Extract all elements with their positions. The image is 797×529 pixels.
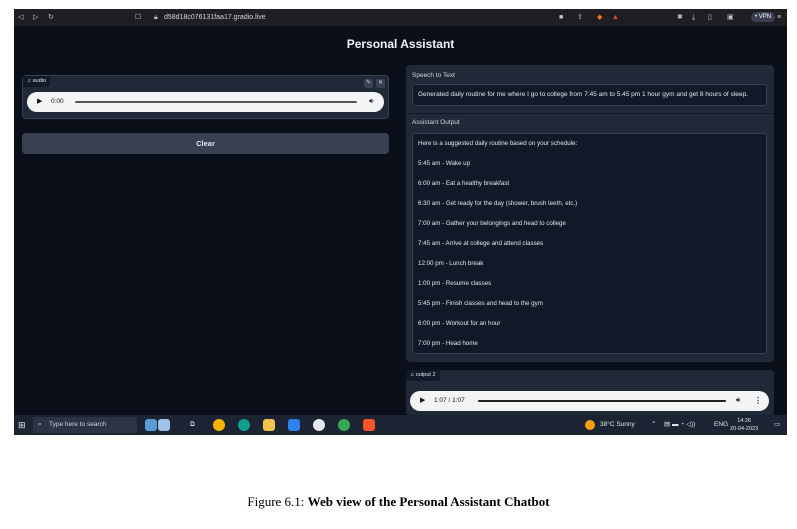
- caption-prefix: Figure 6.1:: [247, 494, 308, 509]
- output-line: 7:00 am - Gather your belongings and hea…: [418, 220, 566, 227]
- divider: [406, 113, 774, 114]
- assistant-output-field[interactable]: Here is a suggested daily routine based …: [412, 133, 767, 354]
- audio-output-time: 1:07 / 1:07: [434, 397, 465, 404]
- assistant-output-label: Assistant Output: [412, 119, 460, 126]
- forward-icon[interactable]: ▷: [33, 12, 38, 23]
- screenshot: ◁ ▷ ↻ ☐ 🔒︎ d58d18c076131faa17.gradio.liv…: [14, 9, 787, 435]
- music-note-icon: ♫: [410, 372, 415, 378]
- audio-output: ♫ output 2 ▶ 1:07 / 1:07 🔊︎ ⋮: [406, 370, 774, 416]
- search-placeholder: Type here to search: [49, 421, 107, 428]
- output-line: 6:30 am - Get ready for the day (shower,…: [418, 200, 578, 207]
- dell-icon[interactable]: [313, 419, 325, 431]
- clear-button[interactable]: Clear: [22, 133, 389, 154]
- output-line: 12:00 pm - Lunch break: [418, 260, 484, 267]
- language-indicator[interactable]: ENG: [714, 419, 728, 431]
- clock-date: 20-04-2023: [730, 426, 759, 432]
- search-icon: ⌕: [38, 421, 42, 428]
- seek-progress: [478, 400, 726, 402]
- audio-output-tag: ♫ output 2: [406, 370, 440, 381]
- output-panel: Speech to Text Generated daily routine f…: [406, 65, 774, 362]
- figure-caption: Figure 6.1: Web view of the Personal Ass…: [0, 494, 797, 510]
- lock-icon: 🔒︎: [154, 14, 158, 21]
- close-icon[interactable]: ✕: [376, 79, 385, 88]
- chrome-icon[interactable]: [213, 419, 225, 431]
- audio-input: ♫ audio ✎ ✕ ▶ 0:00 🔊︎: [22, 75, 389, 119]
- audio-player: ▶ 0:00 🔊︎: [27, 92, 384, 112]
- file-explorer-icon[interactable]: [263, 419, 275, 431]
- share-icon[interactable]: ⇪: [577, 12, 583, 23]
- music-note-icon: ♫: [27, 78, 32, 84]
- audio-output-player: ▶ 1:07 / 1:07 🔊︎ ⋮: [410, 391, 769, 411]
- back-icon[interactable]: ◁: [18, 12, 23, 23]
- edit-icon[interactable]: ✎: [364, 79, 373, 88]
- task-view-icon[interactable]: ⧉: [190, 419, 195, 431]
- play-icon[interactable]: ▶: [420, 396, 425, 406]
- notifications-icon[interactable]: ▭: [774, 419, 780, 431]
- rewards-icon[interactable]: ▲: [612, 12, 619, 23]
- widgets-icon[interactable]: [158, 419, 170, 431]
- caption-title: Web view of the Personal Assistant Chatb…: [307, 494, 550, 509]
- camera-icon[interactable]: ■: [559, 12, 563, 23]
- brave-shield-icon[interactable]: ◆: [597, 12, 602, 23]
- weather-widget-icon[interactable]: [145, 419, 157, 431]
- show-hidden-icons[interactable]: ⌃: [651, 419, 656, 431]
- windows-start-icon[interactable]: ⊞: [18, 419, 26, 431]
- output-line: 7:45 am - Arrive at college and attend c…: [418, 240, 544, 247]
- speech-to-text-field[interactable]: Generated daily routine for me where I g…: [412, 84, 767, 106]
- store-icon[interactable]: [288, 419, 300, 431]
- extensions-icon[interactable]: ✱: [677, 12, 683, 23]
- page-title: Personal Assistant: [346, 37, 455, 51]
- taskbar-search[interactable]: ⌕ Type here to search: [33, 417, 137, 433]
- audio-input-label: audio: [32, 78, 47, 84]
- audio-time: 0:00: [51, 98, 64, 105]
- google-icon[interactable]: [338, 419, 350, 431]
- output-line: 1:00 pm - Resume classes: [418, 280, 492, 287]
- seek-bar[interactable]: [75, 101, 357, 103]
- weather-text[interactable]: 38°C Sunny: [600, 419, 635, 431]
- output-line: 5:45 pm - Finish classes and head to the…: [418, 300, 543, 307]
- gradio-app: Personal Assistant ♫ audio ✎ ✕ ▶ 0:00 🔊︎…: [14, 26, 787, 416]
- taskbar-clock[interactable]: 14:26 20-04-2023: [730, 417, 758, 433]
- play-icon[interactable]: ▶: [37, 97, 42, 107]
- vpn-button[interactable]: • VPN: [751, 12, 776, 22]
- browser-toolbar: ◁ ▷ ↻ ☐ 🔒︎ d58d18c076131faa17.gradio.liv…: [14, 9, 787, 26]
- system-tray-icons[interactable]: ▤ ▬ ◔ ◁)): [664, 419, 695, 431]
- edge-icon[interactable]: [238, 419, 250, 431]
- menu-icon[interactable]: ≡: [777, 12, 781, 23]
- sun-icon: [585, 420, 595, 430]
- output-line: 5:45 am - Wake up: [418, 160, 471, 167]
- reload-icon[interactable]: ↻: [48, 12, 54, 23]
- bookmark-icon[interactable]: ☐: [135, 12, 141, 23]
- wallet-icon[interactable]: ▣: [727, 12, 734, 23]
- volume-icon[interactable]: 🔊︎: [369, 97, 373, 107]
- output-line: 6:00 am - Eat a healthy breakfast: [418, 180, 510, 187]
- clock-time: 14:26: [737, 418, 751, 424]
- speech-to-text-label: Speech to Text: [412, 72, 455, 79]
- download-icon[interactable]: ⤓: [692, 12, 695, 23]
- audio-output-label: output 2: [415, 372, 436, 378]
- taskbar: ⊞ ⌕ Type here to search ⧉ 38°C Sunny ⌃ ▤…: [14, 415, 787, 435]
- volume-icon[interactable]: 🔊︎: [736, 396, 740, 406]
- sidebar-icon[interactable]: ▯: [708, 12, 712, 23]
- output-line: Here is a suggested daily routine based …: [418, 140, 578, 147]
- brave-icon[interactable]: [363, 419, 375, 431]
- output-line: 6:00 pm - Workout for an hour: [418, 320, 501, 327]
- more-options-icon[interactable]: ⋮: [754, 396, 762, 406]
- output-line: 7:00 pm - Head home: [418, 340, 478, 347]
- audio-input-tag: ♫ audio: [23, 76, 51, 87]
- address-bar[interactable]: d58d18c076131faa17.gradio.live: [164, 12, 266, 23]
- seek-bar[interactable]: [478, 400, 726, 402]
